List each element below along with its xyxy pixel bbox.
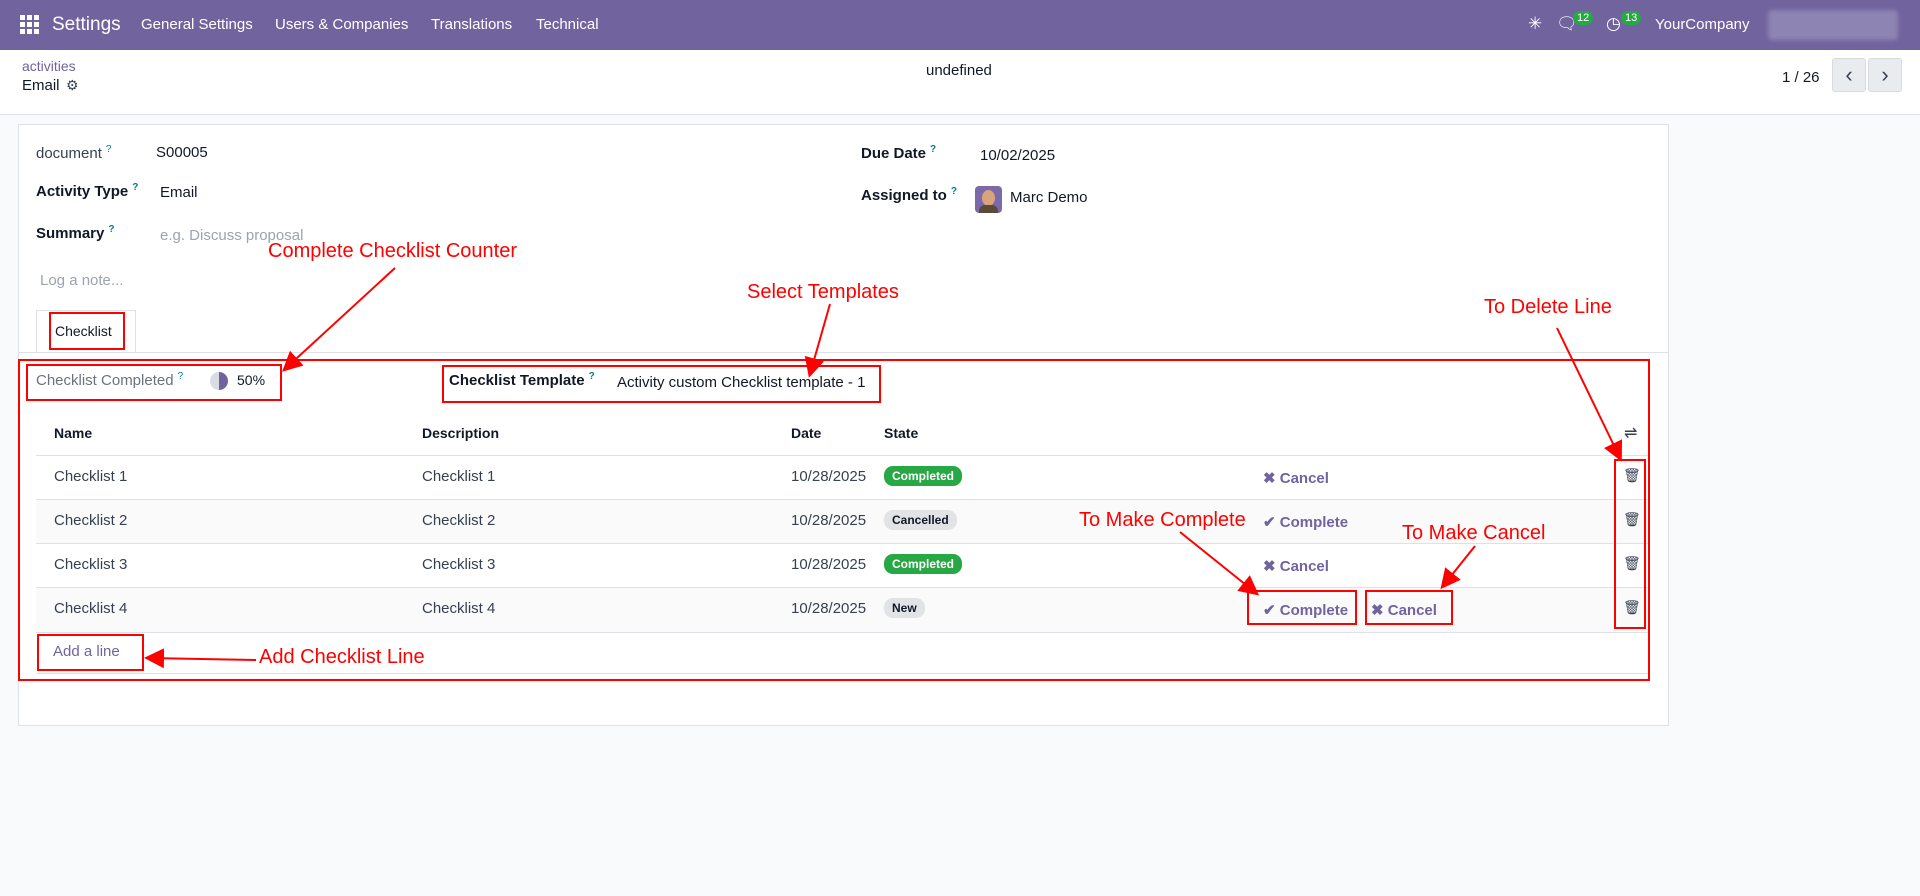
arrow-counter — [282, 267, 396, 372]
arrow-templates — [804, 303, 831, 378]
arrow-cancel — [1440, 545, 1476, 590]
arrow-delete — [1556, 327, 1623, 462]
arrow-add-line — [144, 648, 257, 669]
annotation-arrows — [144, 267, 1623, 669]
arrow-complete — [1179, 531, 1260, 596]
